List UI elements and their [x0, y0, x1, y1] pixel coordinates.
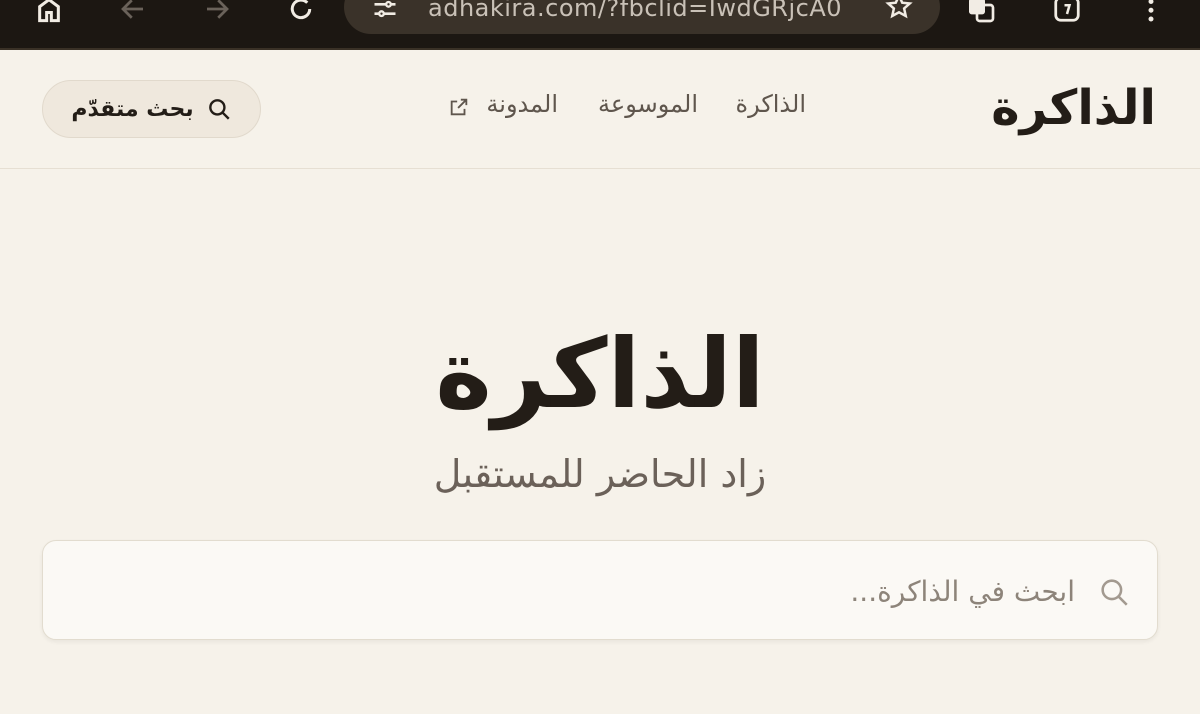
nav-link-encyclopedia[interactable]: الموسوعة [598, 90, 698, 118]
tabs-icon[interactable] [1050, 0, 1084, 26]
advanced-search-label: بحث متقدّم [71, 96, 194, 122]
search-input[interactable] [95, 566, 1075, 616]
bookmark-star-icon[interactable] [882, 0, 916, 24]
home-icon[interactable] [32, 0, 66, 26]
forward-icon[interactable] [200, 0, 234, 26]
search-icon [1097, 575, 1131, 609]
url-text[interactable]: adhakira.com/?fbclid=IwdGRjcA0 [428, 0, 842, 22]
nav-link-blog[interactable]: المدونة [486, 90, 558, 118]
nav-link-memory[interactable]: الذاكرة [736, 90, 807, 118]
site-logo[interactable]: الذاكرة [991, 80, 1156, 136]
browser-toolbar: adhakira.com/?fbclid=IwdGRjcA0 [0, 0, 1200, 50]
address-bar[interactable]: adhakira.com/?fbclid=IwdGRjcA0 [344, 0, 940, 34]
external-link-icon [448, 96, 470, 118]
hero-subtitle: زاد الحاضر للمستقبل [433, 452, 767, 496]
back-icon[interactable] [116, 0, 150, 26]
translate-icon[interactable] [964, 0, 998, 26]
site-settings-icon[interactable] [368, 0, 402, 26]
main-search-box[interactable] [42, 540, 1158, 640]
advanced-search-button[interactable]: بحث متقدّم [42, 80, 261, 138]
reload-icon[interactable] [284, 0, 318, 26]
menu-icon[interactable] [1134, 0, 1168, 26]
search-icon [206, 96, 232, 122]
hero-title: الذاكرة [435, 318, 765, 430]
